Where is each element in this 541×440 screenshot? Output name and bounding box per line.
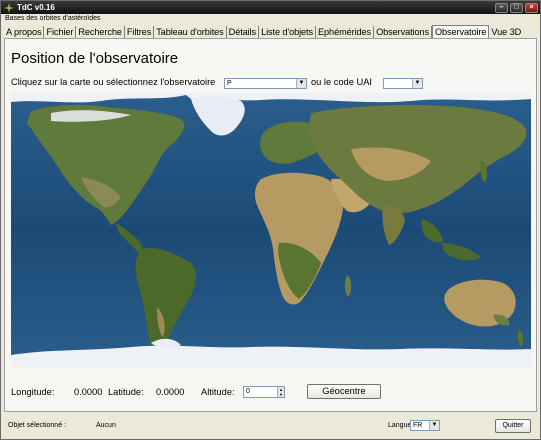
- maximize-icon[interactable]: □: [510, 2, 523, 13]
- altitude-value: 0: [246, 388, 250, 395]
- tab-search[interactable]: Recherche: [76, 26, 125, 38]
- tab-observations[interactable]: Observations: [374, 26, 432, 38]
- app-window: TdC v0.16 – □ × Bases des orbites d'asté…: [0, 0, 541, 440]
- tab-file[interactable]: Fichier: [44, 26, 77, 38]
- tab-filters[interactable]: Filtres: [125, 26, 155, 38]
- tab-orbit-table[interactable]: Tableau d'orbites: [154, 26, 227, 38]
- instruction-label: Cliquez sur la carte ou sélectionnez l'o…: [11, 77, 216, 87]
- code-select[interactable]: ▼: [383, 78, 423, 89]
- geocentre-button[interactable]: Géocentre: [307, 384, 381, 399]
- longitude-value: 0.0000: [74, 387, 103, 397]
- observatory-select[interactable]: P ▼: [224, 78, 307, 89]
- language-select[interactable]: FR ▼: [410, 420, 440, 431]
- quit-button[interactable]: Quitter: [495, 419, 531, 433]
- app-logo-icon: [4, 2, 14, 13]
- title-bar: TdC v0.16 – □ ×: [1, 1, 540, 14]
- chevron-down-icon[interactable]: ▼: [277, 392, 284, 397]
- minimize-icon[interactable]: –: [495, 2, 508, 13]
- close-icon[interactable]: ×: [525, 2, 538, 13]
- chevron-down-icon[interactable]: ▼: [296, 79, 306, 88]
- tab-observatory[interactable]: Observatoire: [432, 25, 490, 38]
- tab-3d-view[interactable]: Vue 3D: [489, 26, 523, 38]
- world-map[interactable]: [11, 93, 531, 367]
- window-subtitle: Bases des orbites d'astéroïdes: [5, 15, 101, 22]
- altitude-stepper[interactable]: 0 ▲ ▼: [243, 386, 285, 398]
- tab-details[interactable]: Détails: [227, 26, 260, 38]
- selected-object-value: Aucun: [96, 422, 116, 429]
- observatory-panel: Position de l'observatoire Cliquez sur l…: [4, 38, 537, 412]
- tab-bar: A propos Fichier Recherche Filtres Table…: [4, 25, 523, 38]
- selected-object-label: Objet sélectionné :: [8, 422, 66, 429]
- world-map-image[interactable]: [11, 93, 531, 367]
- or-code-label: ou le code UAI: [311, 77, 372, 87]
- tab-about[interactable]: A propos: [4, 26, 45, 38]
- chevron-down-icon[interactable]: ▼: [429, 421, 439, 430]
- status-bar: Objet sélectionné : Aucun Langue FR ▼ Qu…: [4, 417, 537, 435]
- language-select-value: FR: [413, 422, 423, 429]
- observatory-select-value: P: [227, 80, 232, 87]
- quit-button-label: Quitter: [502, 422, 524, 429]
- geocentre-button-label: Géocentre: [322, 386, 366, 396]
- tab-object-list[interactable]: Liste d'objets: [259, 26, 317, 38]
- language-label: Langue: [388, 422, 412, 429]
- window-title: TdC v0.16: [17, 3, 55, 12]
- altitude-label: Altitude:: [201, 387, 235, 397]
- page-title: Position de l'observatoire: [11, 50, 179, 67]
- latitude-value: 0.0000: [156, 387, 185, 397]
- latitude-label: Latitude:: [108, 387, 144, 397]
- tab-ephemerides[interactable]: Ephémérides: [316, 26, 375, 38]
- longitude-label: Longitude:: [11, 387, 55, 397]
- chevron-down-icon[interactable]: ▼: [412, 79, 422, 88]
